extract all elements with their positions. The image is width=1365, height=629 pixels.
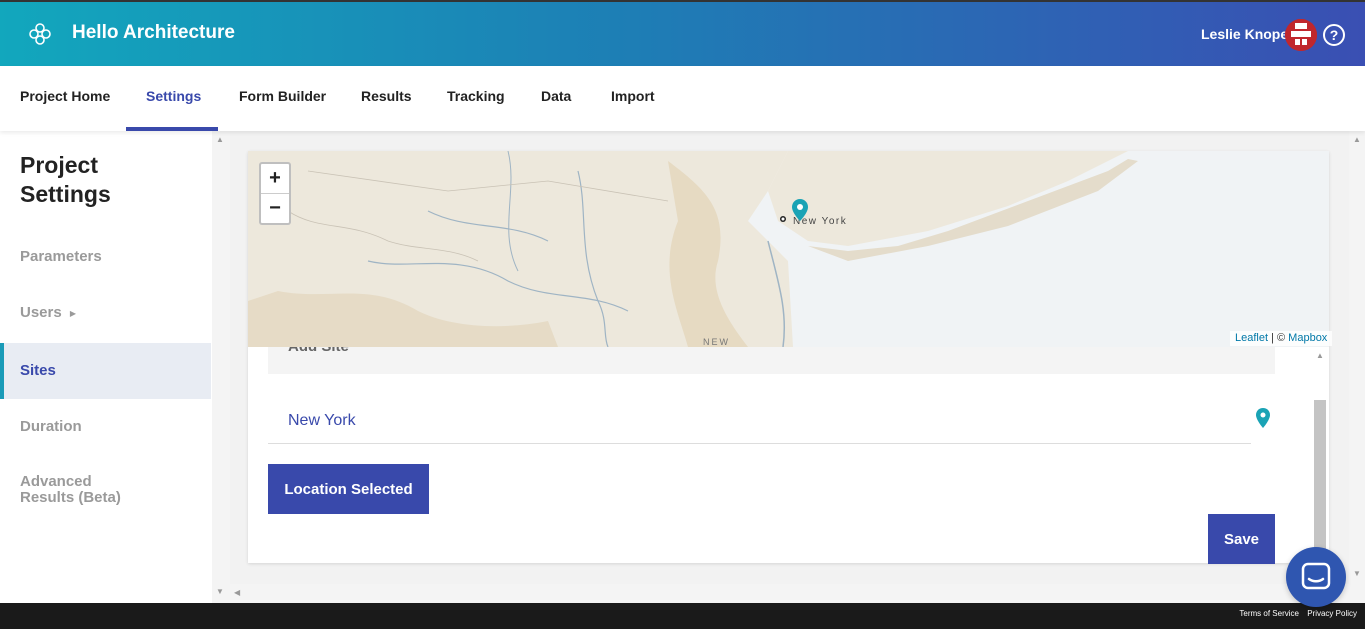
sidebar-scrollbar[interactable]: ▲ ▼ (212, 131, 230, 603)
active-tab-indicator (126, 127, 218, 131)
app-title[interactable]: Hello Architecture (72, 22, 235, 44)
privacy-link[interactable]: Privacy Policy (1307, 609, 1357, 618)
page-scrollbar[interactable]: ▲ ▼ (1349, 131, 1365, 603)
location-selected-button[interactable]: Location Selected (268, 464, 429, 514)
map[interactable]: New York NEW (248, 151, 1329, 347)
mapbox-link[interactable]: Mapbox (1288, 332, 1327, 344)
scroll-left-icon[interactable]: ◀ (234, 588, 240, 597)
tab-tracking[interactable]: Tracking (447, 66, 505, 131)
avatar[interactable] (1285, 19, 1317, 51)
sidebar-item-parameters[interactable]: Parameters (0, 248, 211, 265)
tab-settings[interactable]: Settings (146, 66, 201, 131)
logo-icon[interactable] (26, 20, 54, 48)
add-site-header: Add Site (268, 347, 1275, 374)
zoom-in-button[interactable]: + (261, 164, 289, 194)
zoom-out-button[interactable]: − (261, 194, 289, 224)
chat-icon (1301, 562, 1331, 590)
sidebar-item-advanced-results[interactable]: Advanced Results (Beta) (0, 474, 150, 506)
tab-import[interactable]: Import (611, 66, 655, 131)
scroll-down-icon[interactable]: ▼ (216, 587, 224, 596)
card-scroll-up-icon[interactable]: ▲ (1316, 351, 1324, 360)
page-scroll-up-icon[interactable]: ▲ (1353, 135, 1361, 144)
map-canvas: New York NEW (248, 151, 1329, 347)
help-icon[interactable]: ? (1323, 24, 1345, 46)
top-bar: Hello Architecture Leslie Knope ? (0, 0, 1365, 66)
scroll-up-icon[interactable]: ▲ (216, 135, 224, 144)
leaflet-link[interactable]: Leaflet (1235, 332, 1268, 344)
settings-sidebar: Project Settings Parameters Users ▶ Site… (0, 131, 212, 603)
location-pin-icon[interactable] (1256, 408, 1270, 428)
terms-link[interactable]: Terms of Service (1239, 609, 1299, 618)
footer: Terms of Service Privacy Policy (0, 603, 1365, 629)
save-button[interactable]: Save (1208, 514, 1275, 564)
sidebar-title: Project Settings (20, 152, 111, 207)
map-zoom-control: + − (259, 162, 291, 225)
page-scroll-down-icon[interactable]: ▼ (1353, 569, 1361, 578)
nav-bar: Project Home Settings Form Builder Resul… (0, 66, 1365, 131)
sidebar-item-duration[interactable]: Duration (0, 418, 211, 435)
location-input[interactable] (268, 398, 1251, 444)
map-region-label: NEW (703, 337, 730, 347)
chat-launcher-button[interactable] (1286, 547, 1346, 607)
sidebar-item-users[interactable]: Users ▶ (0, 304, 211, 321)
add-site-title: Add Site (288, 347, 349, 355)
horizontal-scrollbar[interactable]: ◀ (230, 584, 1349, 603)
tab-results[interactable]: Results (361, 66, 412, 131)
sidebar-item-sites[interactable]: Sites (0, 343, 211, 399)
user-name[interactable]: Leslie Knope (1201, 26, 1288, 42)
tab-form-builder[interactable]: Form Builder (239, 66, 326, 131)
tab-project-home[interactable]: Project Home (20, 66, 110, 131)
sidebar-item-label: Users (20, 304, 62, 321)
map-attribution: Leaflet | © Mapbox (1230, 331, 1333, 346)
attribution-separator: | © (1268, 332, 1289, 344)
caret-right-icon: ▶ (69, 308, 77, 318)
card-scroll-thumb[interactable] (1314, 400, 1326, 550)
tab-data[interactable]: Data (541, 66, 571, 131)
